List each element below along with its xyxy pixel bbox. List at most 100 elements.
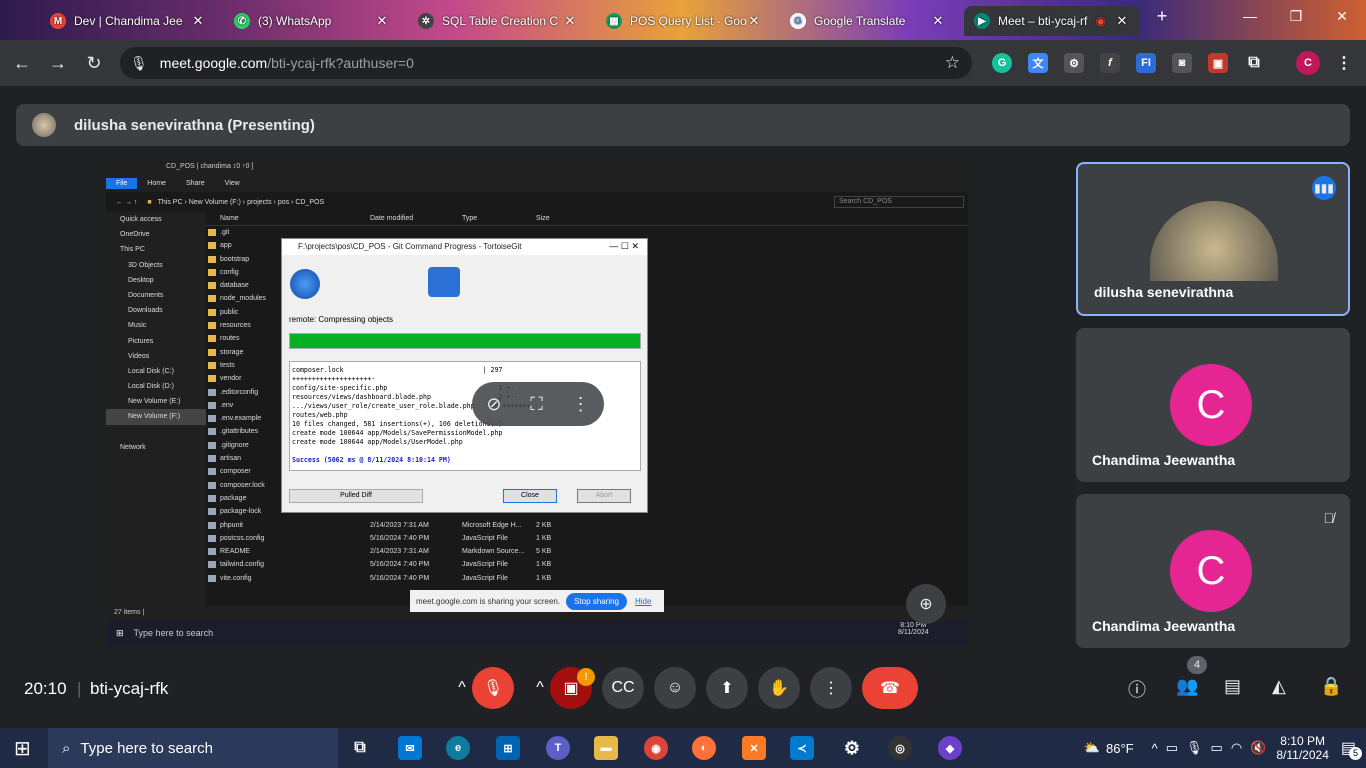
minimize-button[interactable]: — xyxy=(1230,8,1270,24)
mic-toggle-button[interactable]: 🎙 xyxy=(472,667,514,709)
close-icon[interactable]: ✕ xyxy=(930,13,946,29)
captions-button[interactable]: CC xyxy=(602,667,644,709)
edge-icon[interactable]: e xyxy=(446,736,470,760)
menu-kebab-icon[interactable]: ⋮ xyxy=(1334,53,1354,73)
fullscreen-icon[interactable]: ⛶ xyxy=(530,394,543,415)
close-icon[interactable]: ✕ xyxy=(562,13,578,29)
host-controls-icon[interactable]: 🔒 xyxy=(1320,676,1342,697)
red-ext-icon[interactable]: ▣ xyxy=(1208,53,1228,73)
folder-icon: ■ xyxy=(147,198,152,206)
taskbar-search-box[interactable]: ⌕ Type here to search xyxy=(48,728,338,768)
close-icon[interactable]: ✕ xyxy=(746,13,762,29)
file-row[interactable]: postcss.config 5/16/2024 7:40 PM JavaScrip… xyxy=(206,532,968,545)
video-options-chevron-icon[interactable]: ^ xyxy=(528,667,552,709)
new-tab-button[interactable]: + xyxy=(1142,6,1182,27)
people-icon[interactable]: 👥 xyxy=(1176,676,1198,697)
zoom-in-button[interactable]: ⊕ xyxy=(906,584,946,624)
file-row[interactable]: phpunit 2/14/2023 7:31 AM Microsoft Edge H… xyxy=(206,519,968,532)
extension-icon[interactable]: ⚙ xyxy=(1064,53,1084,73)
xampp-icon[interactable]: ✕ xyxy=(742,736,766,760)
task-view-icon[interactable]: ⧉ xyxy=(348,736,372,760)
tab-meet[interactable]: ▶ Meet – bti-ycaj-rf ◉ ✕ xyxy=(964,6,1140,36)
ribbon-tab-file[interactable]: File xyxy=(106,177,138,189)
teams-icon[interactable]: T xyxy=(546,736,570,760)
pin-off-icon[interactable]: ⊘ xyxy=(486,394,501,415)
reload-icon[interactable]: ↻ xyxy=(76,53,112,74)
address-bar[interactable]: 🎙 meet.google.com /bti-ycaj-rfk?authuser… xyxy=(120,47,972,79)
meeting-code: bti-ycaj-rfk xyxy=(90,679,169,698)
participant-tile[interactable]: 🎙̸ C Chandima Jeewantha xyxy=(1076,494,1350,648)
tab-translate[interactable]: G Google Translate ✕ xyxy=(780,6,956,36)
file-name: vite.config xyxy=(220,574,252,582)
tab-whatsapp[interactable]: ✆ (3) WhatsApp ✕ xyxy=(224,6,400,36)
ribbon-tab-view[interactable]: View xyxy=(215,178,250,189)
presenting-banner: dilusha senevirathna (Presenting) xyxy=(16,104,1350,146)
file-size: 5 KB xyxy=(536,548,552,556)
file-explorer-icon[interactable]: ▬ xyxy=(594,736,618,760)
separator: | xyxy=(77,679,82,698)
tab-gmail[interactable]: M Dev | Chandima Jee ✕ xyxy=(40,6,216,36)
formula-ext-icon[interactable]: f xyxy=(1100,53,1120,73)
extensions-puzzle-icon[interactable]: ⧉ xyxy=(1244,53,1264,73)
firefox-icon[interactable]: ◐ xyxy=(692,736,716,760)
nav-item: Pictures xyxy=(128,337,154,345)
fi-ext-icon[interactable]: FI xyxy=(1136,53,1156,73)
grammarly-icon[interactable]: G xyxy=(992,53,1012,73)
nav-item: Videos xyxy=(128,352,150,360)
file-name: tailwind.config xyxy=(220,561,264,569)
file-type: JavaScript File xyxy=(462,534,508,542)
captions-icon: CC xyxy=(611,679,635,696)
participant-tile[interactable]: ▮▮▮ dilusha senevirathna xyxy=(1076,162,1350,316)
windows-start-icon[interactable]: ⊞ xyxy=(14,736,31,761)
participant-tile[interactable]: C Chandima Jeewantha xyxy=(1076,328,1350,482)
present-button[interactable]: ⬆ xyxy=(706,667,748,709)
close-button[interactable]: Close xyxy=(503,489,557,503)
chat-icon[interactable]: ▤ xyxy=(1224,676,1241,697)
openai-icon: ✲ xyxy=(418,13,434,29)
meeting-info-icon[interactable]: ⓘ xyxy=(1128,676,1146,702)
close-window-button[interactable]: ✕ xyxy=(1322,8,1362,25)
tab-sheets[interactable]: ▦ POS Query List - Goo ✕ xyxy=(596,6,772,36)
ribbon-tab-share[interactable]: Share xyxy=(176,178,215,189)
raise-hand-button[interactable]: ✋ xyxy=(758,667,800,709)
store-icon[interactable]: ⊞ xyxy=(496,736,520,760)
tab-title: Dev | Chandima Jee xyxy=(74,14,183,28)
settings-icon[interactable]: ⚙ xyxy=(840,736,864,760)
translate-ext-icon[interactable]: 文 xyxy=(1028,53,1048,73)
present-screen-icon: ⬆ xyxy=(720,680,734,697)
camera-ext-icon[interactable]: ◙ xyxy=(1172,53,1192,73)
vscode-icon[interactable]: ≺ xyxy=(790,736,814,760)
file-row[interactable]: vite.config 5/16/2024 7:40 PM JavaScript F… xyxy=(206,572,968,585)
ribbon-tab-home[interactable]: Home xyxy=(137,178,176,189)
close-icon[interactable]: ✕ xyxy=(190,13,206,29)
hide-link[interactable]: Hide xyxy=(635,597,651,606)
notifications-icon[interactable]: ▤ 5 xyxy=(1341,738,1362,760)
file-row[interactable]: tailwind.config 5/16/2024 7:40 PM JavaScri… xyxy=(206,558,968,571)
github-icon[interactable]: ◆ xyxy=(938,736,962,760)
more-options-button[interactable]: ⋮ xyxy=(810,667,852,709)
close-icon[interactable]: ✕ xyxy=(374,13,390,29)
nav-item: New Volume (F:) xyxy=(106,409,206,425)
tab-sql[interactable]: ✲ SQL Table Creation C ✕ xyxy=(408,6,588,36)
chrome-icon[interactable]: ◉ xyxy=(644,736,668,760)
tray-chevron-icon[interactable]: ^ xyxy=(1152,741,1158,756)
back-icon[interactable]: ← xyxy=(4,53,40,74)
leave-call-button[interactable]: ☎ xyxy=(862,667,918,709)
bookmark-star-icon[interactable]: ☆ xyxy=(945,53,960,73)
close-icon[interactable]: ✕ xyxy=(1114,13,1130,29)
forward-icon[interactable]: → xyxy=(40,53,76,74)
restore-button[interactable]: ❐ xyxy=(1276,8,1316,25)
mail-icon[interactable]: ✉ xyxy=(398,736,422,760)
obs-icon[interactable]: ◎ xyxy=(888,736,912,760)
file-name: README xyxy=(220,548,250,556)
explorer-nav-pane: Quick access OneDrive This PC 3D Objects… xyxy=(106,212,206,606)
file-row[interactable]: README 2/14/2023 7:31 AM Markdown Source..… xyxy=(206,545,968,558)
profile-avatar[interactable]: C xyxy=(1296,51,1320,75)
stop-sharing-button[interactable]: Stop sharing xyxy=(566,592,627,610)
activities-icon[interactable]: ◭ xyxy=(1272,676,1286,697)
audio-options-chevron-icon[interactable]: ^ xyxy=(450,667,474,709)
more-options-icon[interactable]: ⋮ xyxy=(572,394,590,415)
pulled-diff-dropdown[interactable]: Pulled Diff xyxy=(289,489,423,503)
emoji-button[interactable]: ☺ xyxy=(654,667,696,709)
